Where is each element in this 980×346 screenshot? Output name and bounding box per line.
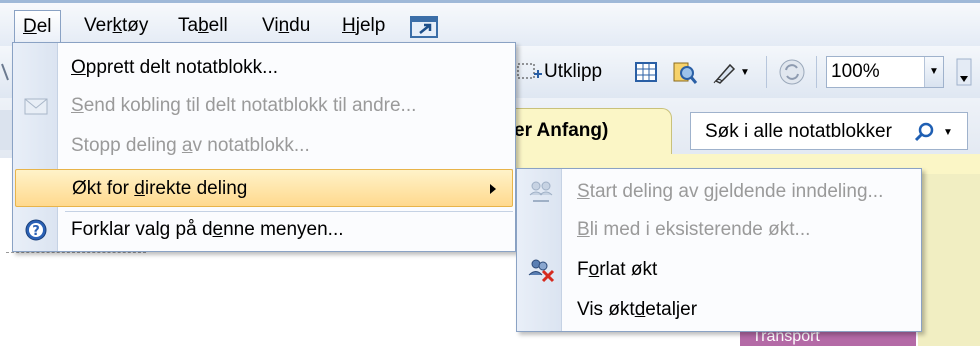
menu-tabell-pre: Ta xyxy=(178,15,199,36)
page-list-strip xyxy=(918,174,980,346)
submenu-item-label: Bli med i eksisterende økt... xyxy=(577,211,810,249)
menu-item-label: Send kobling til delt notatblokk til and… xyxy=(71,87,416,125)
label-accel: S xyxy=(71,95,84,116)
search-scope-dropdown-icon[interactable]: ▼ xyxy=(943,127,953,138)
section-tab-label: er Anfang) xyxy=(514,120,609,141)
label-rest: li med i eksisterende økt... xyxy=(589,219,811,240)
submenu-item-label: Start deling av gjeldende inndeling... xyxy=(577,173,883,211)
label-rest: end kobling til delt notatblokk til andr… xyxy=(83,95,417,116)
label-accel: e xyxy=(212,219,224,240)
table-icon xyxy=(635,62,657,82)
menu-item-explain-menu[interactable]: ? Forklar valg på denne menyen... xyxy=(13,211,515,249)
menu-hjelp-rest: jelp xyxy=(355,15,386,36)
pen-icon xyxy=(713,63,736,84)
submenu-item-label: Forlat økt xyxy=(577,251,657,289)
label-accel: d xyxy=(634,299,646,320)
label-pre: Økt for xyxy=(72,178,135,199)
menu-del-rest: el xyxy=(36,16,52,37)
menu-del[interactable]: Del xyxy=(14,10,61,46)
zoom-dropdown-icon[interactable]: ▼ xyxy=(924,57,943,87)
note-container-border xyxy=(6,252,146,253)
menu-item-label: Stopp deling av notatblokk... xyxy=(71,127,310,165)
label-rest: irekte deling xyxy=(144,178,248,199)
research-icon xyxy=(673,62,698,84)
label-pre: F xyxy=(577,259,589,280)
zoom-value: 100% xyxy=(831,61,880,82)
svg-text:?: ? xyxy=(32,224,40,239)
screen-clipping-icon xyxy=(517,63,542,79)
menu-item-label: Økt for direkte deling xyxy=(72,170,247,208)
pen-dropdown-icon[interactable]: ▼ xyxy=(740,67,750,78)
menu-hjelp-accel: H xyxy=(342,15,356,36)
menu-del-accel: D xyxy=(23,16,37,37)
menu-hjelp[interactable]: Hjelp xyxy=(334,10,393,42)
menu-item-create-shared-notebook[interactable]: Opprett delt notatblokk... xyxy=(13,49,515,87)
submenu-arrow-icon xyxy=(490,184,496,194)
zoom-select[interactable]: 100% ▼ xyxy=(826,56,944,88)
label-pre: Forklar valg på d xyxy=(71,219,213,240)
label-rest: etaljer xyxy=(645,299,698,320)
menu-vindu-pre: Vi xyxy=(262,15,279,36)
search-input[interactable]: Søk i alle notatblokker ▼ xyxy=(690,112,968,150)
label-accel: a xyxy=(181,135,193,156)
menu-item-live-sharing-session[interactable]: Økt for direkte deling xyxy=(15,169,513,207)
menu-verktoy[interactable]: Verktøy xyxy=(76,10,156,42)
menu-item-stop-sharing[interactable]: Stopp deling av notatblokk... xyxy=(13,127,515,165)
menu-tabell-rest: ell xyxy=(208,15,228,36)
menu-verktoy-accel: k xyxy=(112,15,123,36)
insert-table-button[interactable] xyxy=(634,56,658,88)
submenu-item-session-details[interactable]: Vis øktdetaljer xyxy=(517,291,921,329)
label-pre: Vis økt xyxy=(577,299,635,320)
menu-item-send-link[interactable]: Send kobling til delt notatblokk til and… xyxy=(13,87,515,125)
menu-vindu-accel: n xyxy=(278,15,290,36)
toolbar-edge-icon[interactable] xyxy=(0,56,10,88)
label-pre: Stopp deling xyxy=(71,135,182,156)
label-accel: O xyxy=(71,57,86,78)
submenu-item-leave-session[interactable]: Forlat økt xyxy=(517,251,921,289)
full-page-view-icon[interactable] xyxy=(410,16,438,38)
label-rest: pprett delt notatblokk... xyxy=(85,57,279,78)
search-icon[interactable] xyxy=(913,121,935,143)
leave-session-icon xyxy=(528,259,555,283)
menu-vindu-rest: du xyxy=(289,15,311,36)
menu-item-label: Opprett delt notatblokk... xyxy=(71,49,278,87)
pen-button[interactable]: ▼ xyxy=(710,56,750,88)
live-sharing-submenu: Start deling av gjeldende inndeling... B… xyxy=(516,168,922,332)
label-accel: d xyxy=(134,178,145,199)
sync-icon xyxy=(779,59,805,85)
label-rest: nne menyen... xyxy=(223,219,344,240)
menu-vindu[interactable]: Vindu xyxy=(254,10,318,42)
del-menu: Opprett delt notatblokk... Send kobling … xyxy=(12,42,516,252)
help-icon: ? xyxy=(25,219,47,241)
menu-tabell[interactable]: Tabell xyxy=(170,10,236,42)
search-placeholder: Søk i alle notatblokker xyxy=(705,121,892,142)
label-rest: tart deling av gjeldende inndeling... xyxy=(589,181,884,202)
window-side-edge xyxy=(0,110,12,150)
screen-clipping-label: Utklipp xyxy=(544,61,603,82)
label-accel: S xyxy=(577,181,590,202)
submenu-item-label: Vis øktdetaljer xyxy=(577,291,697,329)
menu-verktoy-pre: Ver xyxy=(84,15,113,36)
start-session-icon xyxy=(529,181,553,202)
label-rest: v notatblokk... xyxy=(192,135,310,156)
label-accel: o xyxy=(588,259,600,280)
screen-clipping-button[interactable]: Utklipp xyxy=(516,56,602,88)
submenu-item-start-sharing[interactable]: Start deling av gjeldende inndeling... xyxy=(517,173,921,211)
onenote-window: Del Verktøy Tabell Vindu Hjelp Utklipp ▼… xyxy=(0,0,980,346)
submenu-item-join-session[interactable]: Bli med i eksisterende økt... xyxy=(517,211,921,249)
menu-verktoy-rest: tøy xyxy=(122,15,149,36)
research-button[interactable] xyxy=(670,56,698,88)
envelope-icon xyxy=(24,98,48,115)
label-rest: rlat økt xyxy=(599,259,658,280)
label-accel: B xyxy=(577,219,590,240)
menu-bar: Del Verktøy Tabell Vindu Hjelp xyxy=(0,0,980,46)
toolbar-separator xyxy=(766,56,767,88)
menu-tabell-accel: b xyxy=(198,15,209,36)
menu-item-label: Forklar valg på denne menyen... xyxy=(71,211,344,249)
sync-button[interactable] xyxy=(778,56,806,88)
toolbar-options-icon[interactable] xyxy=(956,56,972,88)
toolbar-separator xyxy=(816,56,817,88)
